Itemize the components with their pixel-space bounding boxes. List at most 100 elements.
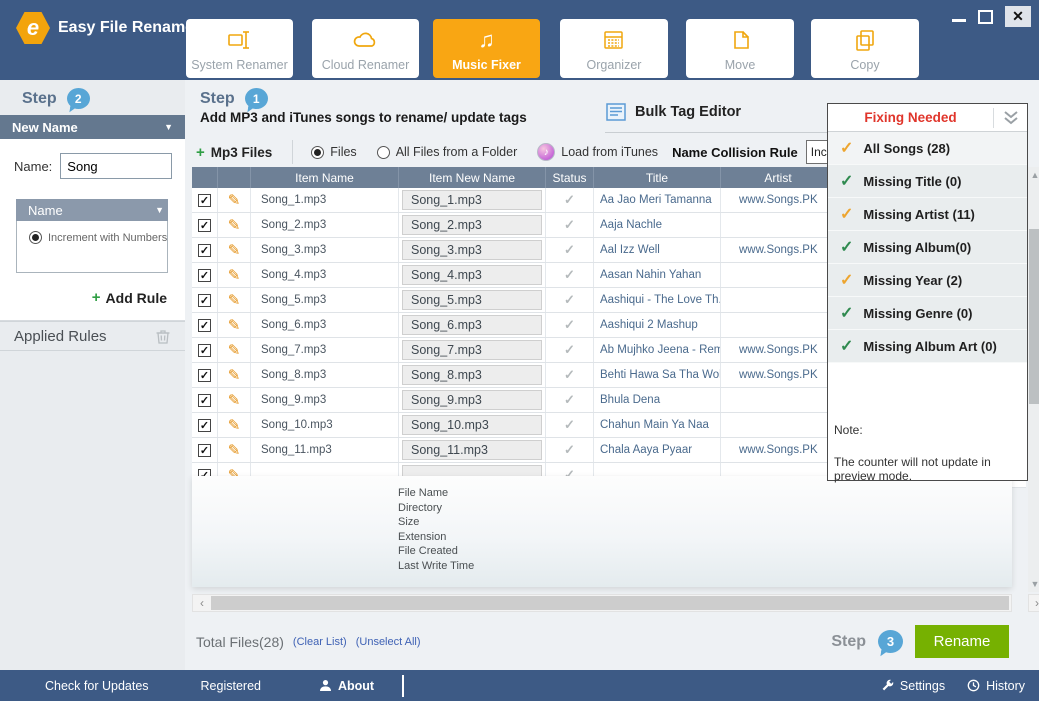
add-rule-button[interactable]: + Add Rule — [14, 273, 171, 310]
header-title[interactable]: Title — [594, 167, 721, 188]
files-radio[interactable]: Files — [311, 145, 356, 159]
double-chevron-down-icon[interactable] — [993, 108, 1027, 128]
horizontal-scroll-thumb[interactable] — [211, 596, 1009, 610]
fixing-filter-item[interactable]: ✓ Missing Year (2) — [828, 264, 1027, 297]
header-item-name[interactable]: Item Name — [251, 167, 399, 188]
settings-button[interactable]: Settings — [881, 679, 945, 693]
easy-file-renamer-window: e Easy File Renamer System Renamer Cloud… — [0, 0, 1039, 701]
name-input[interactable] — [60, 153, 172, 179]
document-lines-icon — [605, 102, 627, 122]
row-checkbox[interactable]: ✓ — [198, 394, 211, 407]
add-mp3-files-button[interactable]: + Mp3 Files — [185, 144, 272, 161]
vertical-scroll-thumb[interactable] — [1029, 229, 1039, 404]
header-artist[interactable]: Artist — [721, 167, 836, 188]
new-name-dropdown[interactable]: New Name ▼ — [0, 115, 185, 139]
fixing-filter-item[interactable]: ✓ Missing Album Art (0) — [828, 330, 1027, 363]
tab-system-renamer[interactable]: System Renamer — [186, 19, 293, 78]
fixing-filter-item[interactable]: ✓ Missing Artist (11) — [828, 198, 1027, 231]
row-checkbox[interactable]: ✓ — [198, 369, 211, 382]
person-icon — [319, 679, 332, 692]
unselect-all-link[interactable]: (Unselect All) — [356, 636, 421, 648]
status-check-icon: ✓ — [564, 192, 575, 208]
fixing-filter-label: Missing Album(0) — [863, 240, 971, 255]
file-detail-line: Directory — [398, 501, 1012, 516]
edit-pencil-icon[interactable]: ✎ — [228, 316, 241, 334]
edit-pencil-icon[interactable]: ✎ — [228, 216, 241, 234]
scroll-up-arrow[interactable]: ▲ — [1028, 167, 1039, 183]
status-check-icon: ✓ — [564, 392, 575, 408]
edit-pencil-icon[interactable]: ✎ — [228, 441, 241, 459]
tab-cloud-renamer[interactable]: Cloud Renamer — [312, 19, 419, 78]
scroll-right-arrow[interactable]: › — [1028, 594, 1039, 612]
load-from-itunes-button[interactable]: ♪ Load from iTunes — [537, 143, 658, 161]
fixing-filter-item[interactable]: ✓ All Songs (28) — [828, 132, 1027, 165]
increment-with-numbers-radio[interactable]: Increment with Numbers — [29, 231, 167, 244]
check-icon: ✓ — [840, 336, 853, 356]
close-button[interactable]: ✕ — [1005, 6, 1031, 27]
copy-files-icon — [811, 26, 919, 54]
row-checkbox[interactable]: ✓ — [198, 294, 211, 307]
row-checkbox[interactable]: ✓ — [198, 244, 211, 257]
page-title: Add MP3 and iTunes songs to rename/ upda… — [200, 110, 527, 125]
tab-move[interactable]: Move — [686, 19, 794, 78]
row-checkbox[interactable]: ✓ — [198, 419, 211, 432]
row-checkbox[interactable]: ✓ — [198, 269, 211, 282]
folder-radio-label: All Files from a Folder — [396, 145, 518, 159]
vertical-scrollbar[interactable]: ▲ ▼ — [1028, 167, 1039, 592]
minimize-button[interactable] — [952, 19, 966, 22]
fixing-filter-item[interactable]: ✓ Missing Album(0) — [828, 231, 1027, 264]
check-for-updates-link[interactable]: Check for Updates — [45, 679, 149, 693]
song-title: Aasan Nahin Yahan — [600, 269, 701, 281]
left-sidebar: Step 2 New Name ▼ Name: Name ▼ Increment — [0, 80, 185, 670]
edit-pencil-icon[interactable]: ✎ — [228, 191, 241, 209]
row-checkbox[interactable]: ✓ — [198, 319, 211, 332]
item-new-name: Song_11.mp3 — [402, 440, 542, 460]
row-checkbox[interactable]: ✓ — [198, 194, 211, 207]
tab-label: Copy — [850, 58, 879, 72]
itunes-icon: ♪ — [537, 143, 555, 161]
fixing-filter-item[interactable]: ✓ Missing Genre (0) — [828, 297, 1027, 330]
tab-copy[interactable]: Copy — [811, 19, 919, 78]
edit-pencil-icon[interactable]: ✎ — [228, 391, 241, 409]
fixing-filter-item[interactable]: ✓ Missing Title (0) — [828, 165, 1027, 198]
edit-pencil-icon[interactable]: ✎ — [228, 291, 241, 309]
clear-list-link[interactable]: (Clear List) — [293, 636, 347, 648]
item-name: Song_1.mp3 — [261, 194, 326, 206]
all-files-folder-radio[interactable]: All Files from a Folder — [377, 145, 518, 159]
song-artist: www.Songs.PK — [739, 194, 818, 206]
edit-pencil-icon[interactable]: ✎ — [228, 341, 241, 359]
edit-pencil-icon[interactable]: ✎ — [228, 416, 241, 434]
scroll-left-arrow[interactable]: ‹ — [193, 596, 211, 610]
tab-music-fixer[interactable]: ♫ Music Fixer — [433, 19, 540, 78]
row-checkbox[interactable]: ✓ — [198, 344, 211, 357]
history-button[interactable]: History — [967, 679, 1025, 693]
radio-label: Increment with Numbers — [48, 232, 167, 244]
status-check-icon: ✓ — [564, 317, 575, 333]
header-status[interactable]: Status — [546, 167, 594, 188]
fixing-filter-label: All Songs (28) — [863, 141, 950, 156]
edit-pencil-icon[interactable]: ✎ — [228, 241, 241, 259]
about-link[interactable]: About — [319, 679, 374, 693]
tab-label: Organizer — [587, 58, 642, 72]
edit-pencil-icon[interactable]: ✎ — [228, 266, 241, 284]
song-title: Aaja Nachle — [600, 219, 662, 231]
item-new-name: Song_8.mp3 — [402, 365, 542, 385]
song-title: Chahun Main Ya Naa — [600, 419, 709, 431]
files-radio-label: Files — [330, 145, 356, 159]
item-new-name: Song_5.mp3 — [402, 290, 542, 310]
fixing-filter-label: Missing Year (2) — [863, 273, 962, 288]
item-name: Song_4.mp3 — [261, 269, 326, 281]
name-rule-dropdown[interactable]: Name ▼ — [16, 199, 168, 221]
horizontal-scrollbar[interactable]: ‹ — [192, 594, 1012, 612]
scroll-down-arrow[interactable]: ▼ — [1028, 576, 1039, 592]
bulk-tag-editor-button[interactable]: Bulk Tag Editor — [605, 102, 835, 133]
rename-button[interactable]: Rename — [915, 625, 1009, 658]
trash-icon[interactable] — [155, 328, 171, 345]
maximize-button[interactable] — [978, 10, 993, 24]
row-checkbox[interactable]: ✓ — [198, 219, 211, 232]
row-checkbox[interactable]: ✓ — [198, 444, 211, 457]
edit-pencil-icon[interactable]: ✎ — [228, 366, 241, 384]
music-note-icon: ♫ — [433, 26, 540, 54]
tab-organizer[interactable]: Organizer — [560, 19, 668, 78]
header-item-new-name[interactable]: Item New Name — [399, 167, 546, 188]
